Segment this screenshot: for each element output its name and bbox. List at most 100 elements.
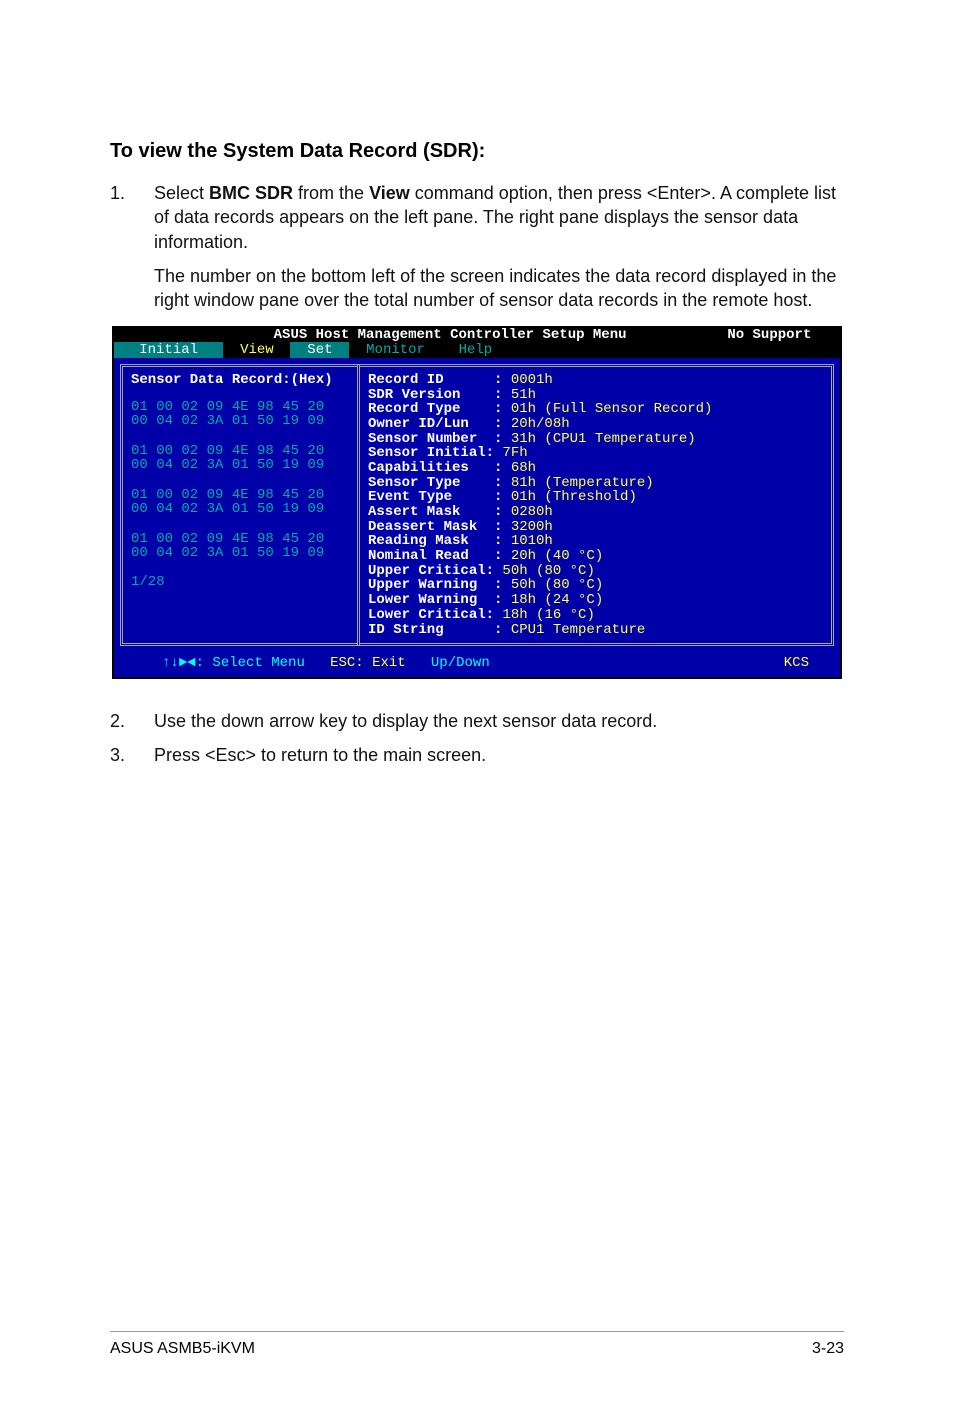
kv-value: 01h (Full Sensor Record) xyxy=(502,401,712,417)
page-footer: ASUS ASMB5-iKVM 3-23 xyxy=(110,1331,844,1358)
kv-row: Record ID : 0001h xyxy=(368,373,823,388)
kv-value: 0001h xyxy=(502,372,552,388)
kv-label: Owner ID/Lun : xyxy=(368,416,502,432)
hex-row: 01 00 02 09 4E 98 45 20 xyxy=(131,400,349,415)
page: To view the System Data Record (SDR): 1.… xyxy=(0,0,954,1418)
menu-set[interactable]: Set xyxy=(307,342,332,358)
hex-row xyxy=(131,473,349,488)
step-paragraph: Use the down arrow key to display the ne… xyxy=(154,709,844,733)
step-item: 3.Press <Esc> to return to the main scre… xyxy=(110,743,844,767)
terminal: ASUS Host Management Controller Setup Me… xyxy=(112,326,842,678)
step-paragraph: Press <Esc> to return to the main screen… xyxy=(154,743,844,767)
kv-value: 50h (80 °C) xyxy=(502,577,603,593)
kv-row: Reading Mask : 1010h xyxy=(368,534,823,549)
kv-value: 18h (16 °C) xyxy=(494,607,595,623)
step-item: 1.Select BMC SDR from the View command o… xyxy=(110,181,844,312)
step-paragraph: Select BMC SDR from the View command opt… xyxy=(154,181,844,254)
right-pane: Record ID : 0001hSDR Version : 51hRecord… xyxy=(357,364,834,646)
kv-label: Assert Mask : xyxy=(368,504,502,520)
menu-help[interactable]: Help xyxy=(459,342,493,358)
kv-row: Sensor Initial: 7Fh xyxy=(368,446,823,461)
text: The number on the bottom left of the scr… xyxy=(154,266,836,310)
kv-rows: Record ID : 0001hSDR Version : 51hRecord… xyxy=(368,373,823,637)
kv-label: Deassert Mask : xyxy=(368,519,502,535)
terminal-body: Sensor Data Record:(Hex) 01 00 02 09 4E … xyxy=(114,358,840,652)
kv-label: Upper Critical: xyxy=(368,563,494,579)
status-esc: ESC: Exit xyxy=(330,655,406,671)
menu-monitor[interactable]: Monitor xyxy=(366,342,425,358)
kv-row: Upper Warning : 50h (80 °C) xyxy=(368,578,823,593)
step-paragraph: The number on the bottom left of the scr… xyxy=(154,264,844,313)
title-right: No Support xyxy=(727,327,811,343)
kv-value: 20h (40 °C) xyxy=(502,548,603,564)
kv-row: Record Type : 01h (Full Sensor Record) xyxy=(368,402,823,417)
kv-label: Sensor Number : xyxy=(368,431,502,447)
kv-label: Record ID : xyxy=(368,372,502,388)
kv-value: 0280h xyxy=(502,504,552,520)
kv-value: 1010h xyxy=(502,533,552,549)
step-body: Press <Esc> to return to the main screen… xyxy=(154,743,844,767)
record-counter: 1/28 xyxy=(131,575,349,590)
hex-row: 01 00 02 09 4E 98 45 20 xyxy=(131,532,349,547)
hex-row: 00 04 02 3A 01 50 19 09 xyxy=(131,546,349,561)
kv-row: Deassert Mask : 3200h xyxy=(368,520,823,535)
kv-label: ID String : xyxy=(368,622,502,638)
kv-value: 81h (Temperature) xyxy=(502,475,653,491)
left-pane: Sensor Data Record:(Hex) 01 00 02 09 4E … xyxy=(120,364,360,646)
hex-row: 01 00 02 09 4E 98 45 20 xyxy=(131,444,349,459)
kv-value: CPU1 Temperature xyxy=(502,622,645,638)
text: Select xyxy=(154,183,209,203)
hex-row: 01 00 02 09 4E 98 45 20 xyxy=(131,488,349,503)
menu-view[interactable]: View xyxy=(240,342,274,358)
terminal-status-bar: ↑↓►◄: Select Menu ESC: Exit Up/Down KCS xyxy=(114,652,840,677)
menu-initial[interactable]: Initial xyxy=(139,342,198,358)
kv-row: Event Type : 01h (Threshold) xyxy=(368,490,823,505)
kv-value: 31h (CPU1 Temperature) xyxy=(502,431,695,447)
text: Press <Esc> to return to the main screen… xyxy=(154,745,486,765)
kv-row: Sensor Number : 31h (CPU1 Temperature) xyxy=(368,432,823,447)
bold-text: View xyxy=(369,183,410,203)
kv-value: 01h (Threshold) xyxy=(502,489,636,505)
kv-label: Nominal Read : xyxy=(368,548,502,564)
kv-value: 20h/08h xyxy=(502,416,569,432)
hex-row: 00 04 02 3A 01 50 19 09 xyxy=(131,458,349,473)
step-number: 2. xyxy=(110,709,154,733)
kv-value: 68h xyxy=(502,460,536,476)
terminal-menu-bar: Initial View Set Monitor Help xyxy=(114,343,840,358)
kv-row: SDR Version : 51h xyxy=(368,388,823,403)
terminal-screenshot: ASUS Host Management Controller Setup Me… xyxy=(112,326,842,678)
kv-label: Upper Warning : xyxy=(368,577,502,593)
kv-row: Upper Critical: 50h (80 °C) xyxy=(368,564,823,579)
kv-value: 50h (80 °C) xyxy=(494,563,595,579)
kv-row: Nominal Read : 20h (40 °C) xyxy=(368,549,823,564)
kv-value: 18h (24 °C) xyxy=(502,592,603,608)
step-body: Select BMC SDR from the View command opt… xyxy=(154,181,844,312)
kv-row: Lower Critical: 18h (16 °C) xyxy=(368,608,823,623)
hex-row: 00 04 02 3A 01 50 19 09 xyxy=(131,502,349,517)
kv-value: 3200h xyxy=(502,519,552,535)
status-nav: ↑↓►◄: Select Menu xyxy=(162,655,305,671)
text: Use the down arrow key to display the ne… xyxy=(154,711,657,731)
kv-label: SDR Version : xyxy=(368,387,502,403)
step-number: 3. xyxy=(110,743,154,767)
footer-right: 3-23 xyxy=(812,1340,844,1358)
bold-text: BMC SDR xyxy=(209,183,293,203)
kv-label: Sensor Initial: xyxy=(368,445,494,461)
kv-label: Lower Critical: xyxy=(368,607,494,623)
kv-row: Capabilities : 68h xyxy=(368,461,823,476)
kv-label: Sensor Type : xyxy=(368,475,502,491)
kv-value: 51h xyxy=(502,387,536,403)
status-updown: Up/Down xyxy=(431,655,490,671)
kv-row: Owner ID/Lun : 20h/08h xyxy=(368,417,823,432)
kv-label: Event Type : xyxy=(368,489,502,505)
step-number: 1. xyxy=(110,181,154,312)
hex-row xyxy=(131,517,349,532)
hex-row xyxy=(131,429,349,444)
kv-value: 7Fh xyxy=(494,445,528,461)
kv-row: Lower Warning : 18h (24 °C) xyxy=(368,593,823,608)
kv-label: Capabilities : xyxy=(368,460,502,476)
footer-left: ASUS ASMB5-iKVM xyxy=(110,1340,255,1358)
steps-list: 1.Select BMC SDR from the View command o… xyxy=(110,181,844,312)
step-item: 2.Use the down arrow key to display the … xyxy=(110,709,844,733)
status-kcs: KCS xyxy=(784,655,809,671)
